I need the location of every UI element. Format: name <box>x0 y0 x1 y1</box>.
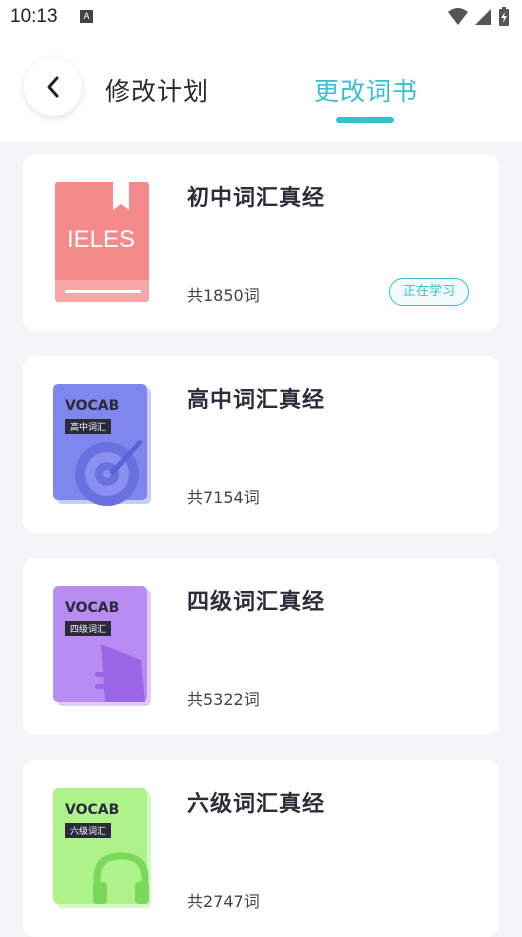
book-word-count: 共2747词 <box>187 892 260 911</box>
book-cover: VOCAB 四级词汇 <box>53 586 151 706</box>
book-title: 六级词汇真经 <box>187 792 326 817</box>
status-badge: 正在学习 <box>389 278 469 306</box>
book-card[interactable]: IELES 初中词汇真经 共1850词 正在学习 <box>23 154 499 331</box>
cover-vocab: VOCAB <box>65 398 119 414</box>
book-title: 四级词汇真经 <box>187 590 326 615</box>
chevron-left-icon <box>47 76 59 98</box>
book-word-count: 共7154词 <box>187 488 260 507</box>
book-title: 初中词汇真经 <box>187 186 326 211</box>
status-time: 10:13 <box>10 6 58 27</box>
active-tab-indicator <box>336 117 394 123</box>
book-card[interactable]: VOCAB 四级词汇 四级词汇真经 共5322词 <box>23 558 499 735</box>
tab-modify-plan[interactable]: 修改计划 <box>105 72 209 108</box>
book-title: 高中词汇真经 <box>187 388 326 413</box>
status-icons <box>448 7 510 27</box>
back-button[interactable] <box>24 58 82 116</box>
notification-icon: A <box>80 10 93 23</box>
book-cover: IELES <box>55 182 149 302</box>
battery-charging-icon <box>499 7 509 26</box>
status-bar: 10:13 A <box>0 0 522 36</box>
cover-title: IELES <box>67 226 135 253</box>
wifi-icon <box>448 8 468 25</box>
book-word-count: 共5322词 <box>187 690 260 709</box>
tab-change-book[interactable]: 更改词书 <box>314 72 418 108</box>
book-card[interactable]: VOCAB 高中词汇 高中词汇真经 共7154词 <box>23 356 499 533</box>
cover-vocab: VOCAB <box>65 600 119 616</box>
cover-tag: 六级词汇 <box>70 825 106 837</box>
book-card[interactable]: VOCAB 六级词汇 六级词汇真经 共2747词 <box>23 760 499 937</box>
book-cover: VOCAB 高中词汇 <box>53 384 151 506</box>
cover-tag: 四级词汇 <box>70 623 106 635</box>
signal-icon <box>475 9 491 25</box>
header: 修改计划 更改词书 <box>0 36 522 142</box>
book-cover: VOCAB 六级词汇 <box>53 788 151 908</box>
cover-tag: 高中词汇 <box>70 421 106 433</box>
cover-vocab: VOCAB <box>65 802 119 818</box>
book-word-count: 共1850词 <box>187 286 260 305</box>
